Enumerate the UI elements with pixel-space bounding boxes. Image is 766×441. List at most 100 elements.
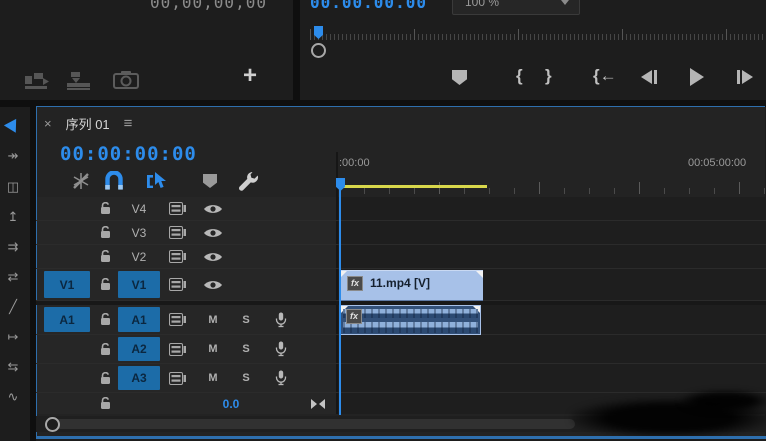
toggle-track-output-eye-icon[interactable] [202, 221, 224, 244]
track-target-a1-button[interactable]: A1 [118, 307, 160, 332]
program-position-timecode[interactable]: 00.00.00.00 [310, 0, 427, 12]
mute-button[interactable]: M [204, 335, 222, 363]
track-name-a1: A1 [118, 307, 160, 332]
rolling-edit-tool[interactable]: ↥ [0, 206, 26, 228]
fade-handle-icon[interactable] [476, 271, 483, 278]
track-target-a3-button[interactable]: A3 [118, 366, 160, 390]
sync-lock-icon[interactable] [166, 221, 188, 244]
work-area-bar[interactable] [340, 185, 487, 188]
mute-button[interactable]: M [204, 305, 222, 334]
go-to-in-button[interactable]: {← [593, 66, 617, 86]
add-marker-button[interactable] [452, 70, 467, 85]
source-duration-timecode: 00,00,00,00 [150, 0, 267, 12]
bowtie-keyframe-icon[interactable] [308, 393, 328, 414]
lock-icon[interactable] [97, 364, 113, 392]
track-name-v4[interactable]: V4 [118, 199, 160, 218]
scrollbar-left-knob[interactable] [45, 417, 60, 432]
source-patch-v1-button[interactable]: V1 [44, 271, 90, 298]
lift-icon[interactable] [24, 70, 50, 97]
step-forward-button[interactable] [737, 70, 753, 84]
toggle-track-output-eye-icon[interactable] [202, 245, 224, 268]
button-editor-plus-button[interactable]: + [243, 62, 257, 90]
track-target-v1-button[interactable]: V1 [118, 271, 160, 298]
step-back-button[interactable] [641, 70, 657, 84]
panel-menu-icon[interactable]: ≡ [124, 115, 133, 132]
slide-tool[interactable]: ↦ [0, 326, 26, 348]
voiceover-mic-icon[interactable] [272, 335, 290, 363]
program-scrubber-knob[interactable] [311, 43, 326, 58]
voiceover-mic-icon[interactable] [272, 305, 290, 334]
lock-icon[interactable] [97, 305, 113, 334]
linked-selection-icon[interactable] [145, 171, 169, 196]
blurred-region [680, 390, 766, 412]
lock-icon[interactable] [97, 197, 113, 220]
scrollbar-handle[interactable] [50, 419, 575, 429]
play-icon [690, 68, 704, 86]
solo-button[interactable]: S [238, 305, 254, 334]
track-name-v1: V1 [118, 271, 160, 298]
fx-badge[interactable]: fx [346, 309, 362, 324]
lock-icon[interactable] [97, 245, 113, 268]
lock-icon[interactable] [97, 393, 113, 414]
timeline-tab-title[interactable]: 序列 01 [66, 114, 110, 133]
fade-handle-icon[interactable] [340, 271, 347, 278]
sync-lock-icon[interactable] [166, 245, 188, 268]
audio-clip[interactable]: fx [340, 305, 481, 335]
pen-tool[interactable]: ⇆ [0, 356, 26, 378]
selection-tool[interactable] [0, 113, 26, 135]
master-level-value[interactable]: 0.0 [211, 393, 251, 414]
voiceover-mic-icon[interactable] [272, 364, 290, 392]
timeline-playhead-line[interactable] [339, 189, 341, 415]
program-mini-timeline-ruler[interactable] [310, 29, 766, 40]
mark-in-button[interactable]: { [516, 66, 523, 86]
ruler-end-label: 00:05:00:00 [688, 157, 747, 169]
nest-insert-toggle-icon[interactable] [72, 172, 90, 195]
mark-out-button[interactable]: } [545, 66, 552, 86]
track-target-a2-button[interactable]: A2 [118, 337, 160, 361]
sync-lock-icon[interactable] [166, 305, 188, 334]
track-row-a2: A2 M S [36, 335, 766, 364]
track-row-v4: V4 [36, 197, 766, 221]
snap-magnet-icon[interactable] [104, 170, 124, 195]
track-name-v3[interactable]: V3 [118, 223, 160, 242]
source-patch-v1-label: V1 [44, 271, 90, 298]
timeline-settings-wrench-icon[interactable] [236, 170, 260, 197]
razor-tool[interactable]: ⇄ [0, 266, 26, 288]
timeline-playhead-timecode[interactable]: 00:00:00:00 [60, 143, 197, 165]
lock-icon[interactable] [97, 335, 113, 363]
selection-tool-icon [3, 115, 23, 133]
sync-lock-icon[interactable] [166, 269, 188, 300]
ripple-edit-tool[interactable]: ◫ [0, 176, 26, 198]
track-name-a2: A2 [118, 337, 160, 361]
export-frame-camera-icon[interactable] [113, 70, 139, 95]
mute-button[interactable]: M [204, 364, 222, 392]
solo-button[interactable]: S [238, 335, 254, 363]
sync-lock-icon[interactable] [166, 364, 188, 392]
video-clip-label: 11.mp4 [V] [370, 276, 431, 290]
track-name-v2[interactable]: V2 [118, 247, 160, 266]
zoom-level-select[interactable]: 100 % [452, 0, 580, 15]
source-patch-a1-button[interactable]: A1 [44, 307, 90, 332]
track-select-tool[interactable]: ↠ [0, 145, 26, 167]
solo-button[interactable]: S [238, 364, 254, 392]
lock-icon[interactable] [97, 269, 113, 300]
rate-stretch-tool[interactable]: ⇉ [0, 236, 26, 258]
hand-tool[interactable]: ∿ [0, 386, 26, 408]
close-icon[interactable]: × [44, 116, 52, 131]
fx-badge[interactable]: fx [347, 276, 363, 291]
panel-divider[interactable] [293, 0, 300, 101]
overwrite-icon[interactable] [66, 70, 92, 97]
toggle-track-output-eye-icon[interactable] [202, 197, 224, 220]
lock-icon[interactable] [97, 221, 113, 244]
source-patch-a1-label: A1 [44, 307, 90, 332]
play-button[interactable] [690, 68, 704, 91]
video-clip[interactable]: fx 11.mp4 [V] [340, 270, 483, 301]
track-row-v2: V2 [36, 245, 766, 269]
timeline-tab[interactable]: × 序列 01 ≡ [44, 114, 132, 133]
toggle-track-output-eye-icon[interactable] [202, 269, 224, 300]
premiere-workspace: 00,00,00,00 + 00.00.00.00 100 % { } {← ↠… [0, 0, 766, 441]
zoom-level-value: 100 % [465, 0, 500, 9]
sync-lock-icon[interactable] [166, 335, 188, 363]
sync-lock-icon[interactable] [166, 197, 188, 220]
slip-tool[interactable]: ╱ [0, 296, 26, 318]
